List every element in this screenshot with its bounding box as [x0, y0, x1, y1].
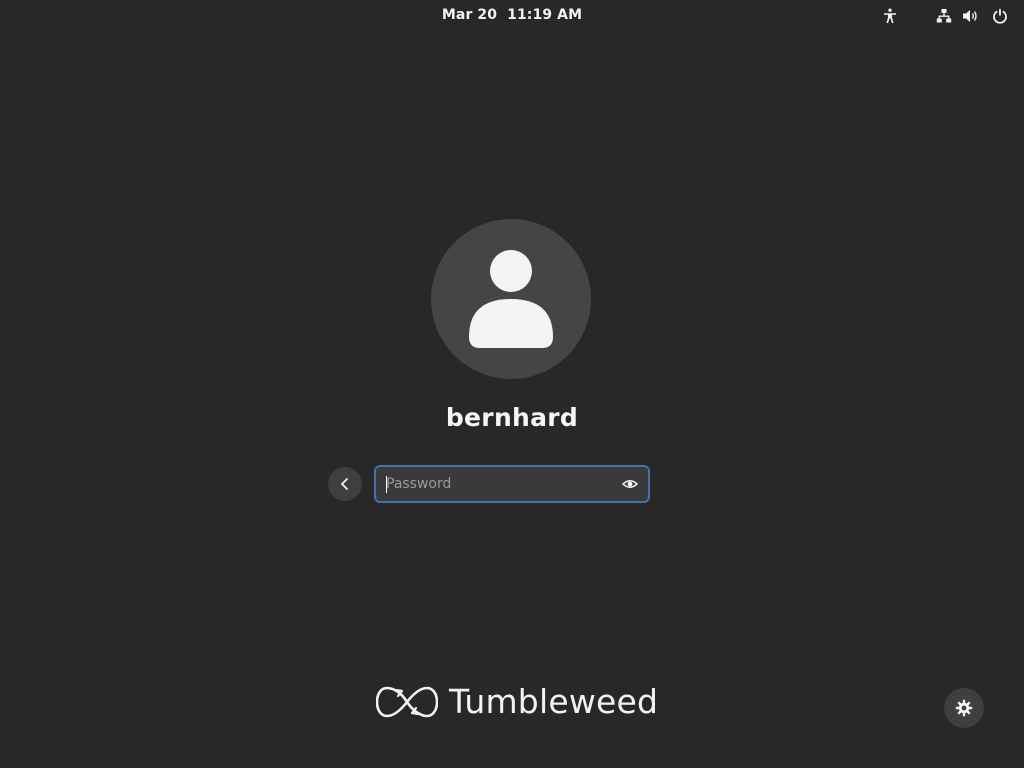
login-screen: Mar 20 11:19 AM bernhard Tumbleweed [0, 0, 1024, 768]
text-caret [386, 476, 387, 493]
password-entry[interactable] [374, 465, 650, 503]
show-password-button[interactable] [620, 474, 640, 494]
brand-name: Tumbleweed [449, 682, 659, 721]
accessibility-icon[interactable] [880, 6, 900, 26]
network-wired-icon[interactable] [934, 6, 954, 26]
username-label: bernhard [445, 403, 579, 432]
user-silhouette-icon [469, 250, 553, 348]
eye-icon [622, 480, 638, 488]
session-settings-button[interactable] [944, 688, 984, 728]
time-label: 11:19 AM [507, 7, 583, 23]
volume-icon[interactable] [961, 6, 981, 26]
chevron-left-icon [341, 478, 348, 490]
gear-icon [955, 699, 973, 717]
back-button[interactable] [328, 467, 362, 501]
distro-branding: Tumbleweed [376, 680, 658, 724]
top-bar: Mar 20 11:19 AM [0, 0, 1024, 32]
opensuse-tumbleweed-logo [376, 686, 438, 718]
power-icon[interactable] [990, 6, 1010, 26]
user-avatar [431, 219, 591, 379]
clock[interactable]: Mar 20 11:19 AM [0, 7, 1024, 23]
date-label: Mar 20 [441, 7, 498, 23]
password-input[interactable] [376, 467, 606, 501]
